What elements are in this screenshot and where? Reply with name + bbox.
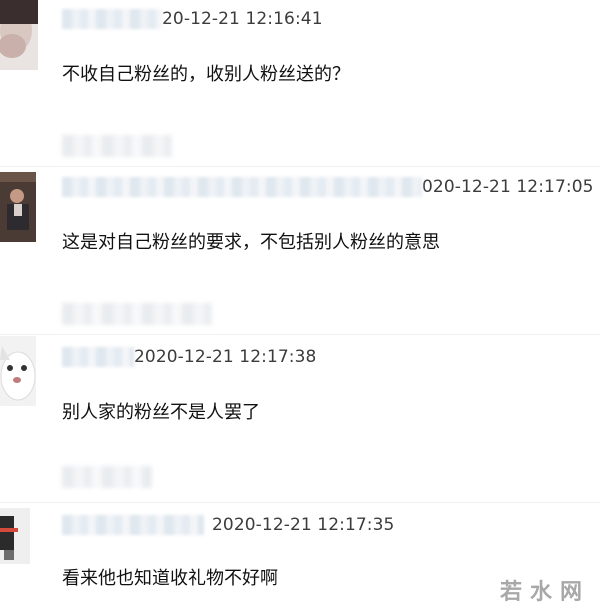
comment-item: 020-12-21 12:17:05 这是对自己粉丝的要求，不包括别人粉丝的意思 — [0, 168, 600, 328]
avatar-image — [0, 508, 30, 564]
watermark: 若水网 — [499, 580, 590, 605]
avatar[interactable] — [0, 0, 38, 70]
avatar-image — [0, 172, 36, 242]
reply-actions-blurred[interactable] — [62, 466, 152, 488]
reply-actions-blurred[interactable] — [62, 135, 172, 157]
comment-timestamp: 2020-12-21 12:17:35 — [212, 515, 395, 535]
comment-text: 看来他也知道收礼物不好啊 — [62, 568, 278, 589]
divider — [0, 166, 600, 167]
divider — [0, 502, 600, 503]
comment-meta: 2020-12-21 12:17:35 — [62, 512, 394, 538]
comment-meta: 020-12-21 12:17:05 — [62, 174, 594, 200]
comment-item: 20-12-21 12:16:41 不收自己粉丝的，收别人粉丝送的？ — [0, 0, 600, 160]
comment-meta: 20-12-21 12:16:41 — [62, 6, 323, 32]
comment-text: 不收自己粉丝的，收别人粉丝送的？ — [62, 64, 350, 85]
comment-timestamp: 020-12-21 12:17:05 — [422, 177, 594, 197]
username-blurred[interactable] — [62, 515, 204, 535]
comment-text: 这是对自己粉丝的要求，不包括别人粉丝的意思 — [62, 232, 440, 253]
comment-timestamp: 20-12-21 12:16:41 — [162, 9, 323, 29]
reply-actions-blurred[interactable] — [62, 303, 212, 325]
divider — [0, 334, 600, 335]
comment-meta: 2020-12-21 12:17:38 — [62, 344, 316, 370]
avatar[interactable] — [0, 336, 36, 406]
avatar-image — [0, 336, 36, 406]
comment-item: 2020-12-21 12:17:38 别人家的粉丝不是人罢了 — [0, 336, 600, 496]
username-blurred[interactable] — [62, 177, 422, 197]
avatar[interactable] — [0, 172, 36, 242]
comment-text: 别人家的粉丝不是人罢了 — [62, 402, 260, 423]
username-blurred[interactable] — [62, 9, 162, 29]
comment-timestamp: 2020-12-21 12:17:38 — [134, 347, 317, 367]
avatar[interactable] — [0, 508, 30, 564]
comment-thread: 20-12-21 12:16:41 不收自己粉丝的，收别人粉丝送的？ 020-1… — [0, 0, 600, 612]
username-blurred[interactable] — [62, 347, 134, 367]
avatar-image — [0, 0, 38, 70]
